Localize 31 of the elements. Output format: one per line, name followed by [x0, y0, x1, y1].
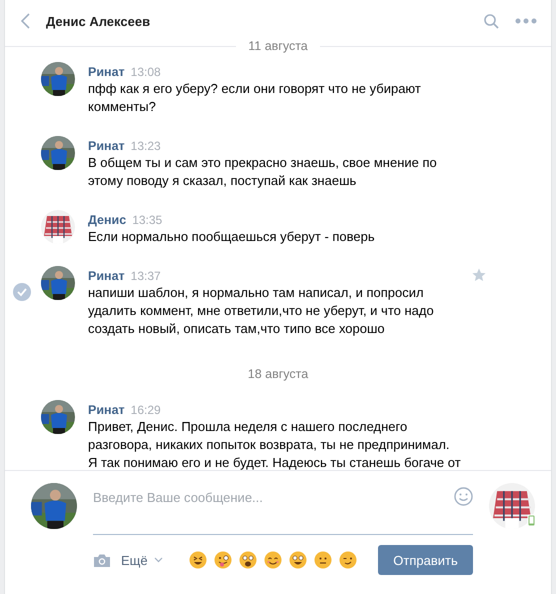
star-icon[interactable]	[472, 268, 486, 282]
date-divider: 18 августа	[248, 367, 308, 381]
more-button[interactable]: Ещё	[121, 552, 163, 568]
message-text: пфф как я его уберу? если они говорят что не убирают комменты?	[88, 80, 422, 116]
emoji-icon[interactable]	[288, 551, 307, 569]
emoji-icon[interactable]	[188, 551, 207, 569]
message-time: 16:29	[130, 402, 161, 418]
author-name[interactable]: Ринат	[88, 64, 125, 80]
message-field[interactable]: Введите Ваше сообщение...	[93, 487, 454, 507]
author-name[interactable]: Денис	[88, 212, 126, 228]
message-time: 13:23	[130, 138, 161, 154]
message-text: напиши шаблон, я нормально там написал, и попросил удалить коммент, мне ответили,что не уберут, и что надо создать новый, описать там,что типо все хорошо	[88, 284, 435, 338]
emoji-icon[interactable]	[264, 551, 282, 569]
message-time: 13:08	[130, 64, 161, 80]
message-text: В общем ты и сам это прекрасно знаешь, свое мнение по этому поводу я сказал, поступай как знаешь	[88, 154, 438, 190]
emoji-icon[interactable]	[238, 551, 257, 569]
caret-icon	[154, 557, 163, 563]
check-icon[interactable]	[13, 283, 31, 301]
message-text: Если нормально пообщаешься уберут - поверь	[88, 228, 376, 246]
emoji-icon[interactable]	[314, 551, 332, 569]
author-name[interactable]: Ринат	[88, 402, 125, 418]
author-name[interactable]: Ринат	[88, 138, 125, 154]
chat-title: Денис Алексеев	[46, 14, 152, 28]
message-time: 13:35	[132, 212, 162, 228]
date-divider: 11 августа	[248, 38, 308, 54]
send-button[interactable]: Отправить	[378, 545, 473, 575]
emoji-icon[interactable]	[214, 551, 232, 569]
message-text: Привет, Денис. Прошла неделя с нашего последнего разговора, никаких попыток возврата, ты не предпринимал. Я так понимаю его и не будет. Надеюсь ты станешь богаче от	[88, 418, 462, 470]
author-name[interactable]: Ринат	[88, 268, 125, 284]
emoji-icon[interactable]	[338, 551, 357, 569]
message-time: 13:37	[130, 268, 161, 284]
